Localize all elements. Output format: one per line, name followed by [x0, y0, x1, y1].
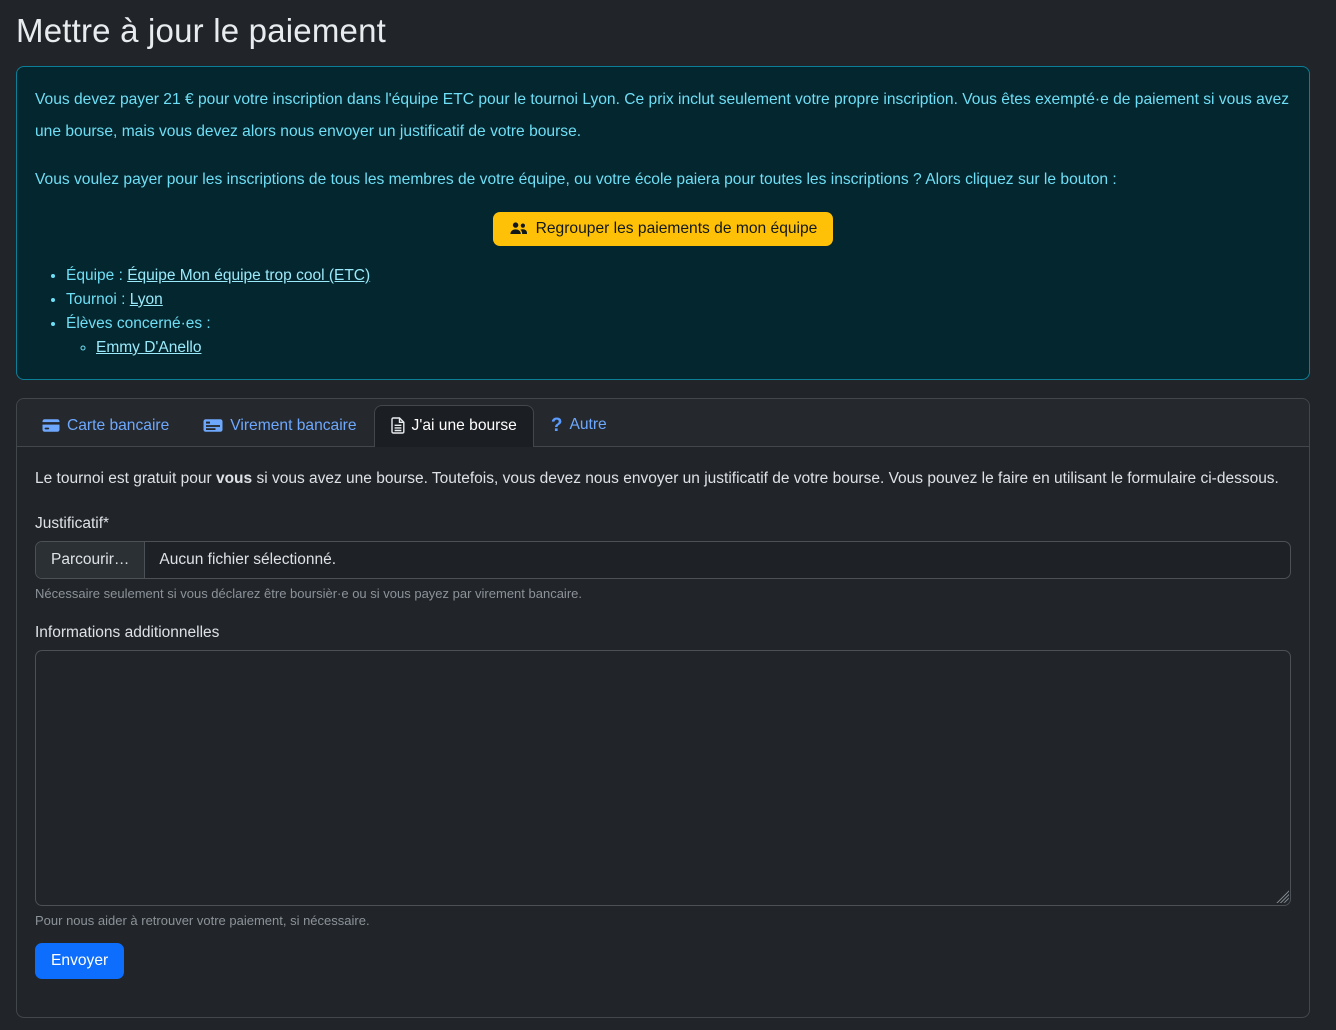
- additional-info-textarea[interactable]: [35, 650, 1291, 906]
- student-link[interactable]: Emmy D'Anello: [96, 339, 201, 356]
- student-list-item: Emmy D'Anello: [96, 336, 1291, 360]
- file-status-text: Aucun fichier sélectionné.: [145, 543, 350, 577]
- tab-autre-label: Autre: [569, 416, 606, 434]
- team-link[interactable]: Équipe Mon équipe trop cool (ETC): [127, 267, 370, 284]
- tab-virement-bancaire[interactable]: Virement bancaire: [186, 405, 373, 447]
- question-mark-icon: ?: [551, 416, 563, 435]
- users-icon: [509, 221, 528, 236]
- alert-paragraph-price: Vous devez payer 21 € pour votre inscrip…: [35, 84, 1291, 148]
- alert-paragraph-group: Vous voulez payer pour les inscriptions …: [35, 164, 1291, 196]
- bank-transfer-icon: [203, 418, 223, 433]
- bourse-tab-panel: Le tournoi est gratuit pour vous si vous…: [17, 447, 1309, 1000]
- intro-bold-vous: vous: [216, 470, 252, 487]
- team-list-item: Équipe : Équipe Mon équipe trop cool (ET…: [66, 264, 1291, 288]
- tournament-list-item: Tournoi : Lyon: [66, 288, 1291, 312]
- team-label: Équipe :: [66, 267, 127, 284]
- payment-details-list: Équipe : Équipe Mon équipe trop cool (ET…: [35, 264, 1291, 360]
- tab-jai-une-bourse-label: J'ai une bourse: [412, 417, 517, 435]
- tab-carte-bancaire[interactable]: Carte bancaire: [25, 405, 186, 447]
- students-label: Élèves concerné·es :: [66, 315, 211, 332]
- justificatif-label: Justificatif*: [35, 515, 1291, 533]
- tournament-link[interactable]: Lyon: [130, 291, 163, 308]
- group-button-row: Regrouper les paiements de mon équipe: [35, 212, 1291, 246]
- submit-button[interactable]: Envoyer: [35, 943, 124, 979]
- justificatif-file-input[interactable]: Parcourir… Aucun fichier sélectionné.: [35, 541, 1291, 579]
- tab-autre[interactable]: ? Autre: [534, 404, 624, 447]
- tab-jai-une-bourse[interactable]: J'ai une bourse: [374, 405, 534, 447]
- tab-carte-bancaire-label: Carte bancaire: [67, 417, 169, 435]
- group-payments-button[interactable]: Regrouper les paiements de mon équipe: [493, 212, 834, 246]
- payment-info-alert: Vous devez payer 21 € pour votre inscrip…: [16, 66, 1310, 380]
- students-sublist: Emmy D'Anello: [66, 336, 1291, 360]
- students-list-item: Élèves concerné·es : Emmy D'Anello: [66, 312, 1291, 360]
- additional-info-wrap: [35, 650, 1291, 906]
- page-title: Mettre à jour le paiement: [16, 12, 1310, 50]
- justificatif-help-text: Nécessaire seulement si vous déclarez êt…: [35, 586, 1291, 601]
- bourse-intro-text: Le tournoi est gratuit pour vous si vous…: [35, 466, 1291, 492]
- credit-card-icon: [42, 418, 60, 433]
- payment-method-tabs: Carte bancaire Virement bancaire: [17, 399, 1309, 447]
- payment-methods-card: Carte bancaire Virement bancaire: [16, 398, 1310, 1018]
- group-payments-button-label: Regrouper les paiements de mon équipe: [536, 220, 818, 238]
- tab-virement-bancaire-label: Virement bancaire: [230, 417, 356, 435]
- tournament-label: Tournoi :: [66, 291, 130, 308]
- file-lines-icon: [391, 417, 405, 434]
- additional-info-label: Informations additionnelles: [35, 624, 1291, 642]
- browse-button[interactable]: Parcourir…: [36, 542, 145, 578]
- additional-info-help-text: Pour nous aider à retrouver votre paieme…: [35, 913, 1291, 928]
